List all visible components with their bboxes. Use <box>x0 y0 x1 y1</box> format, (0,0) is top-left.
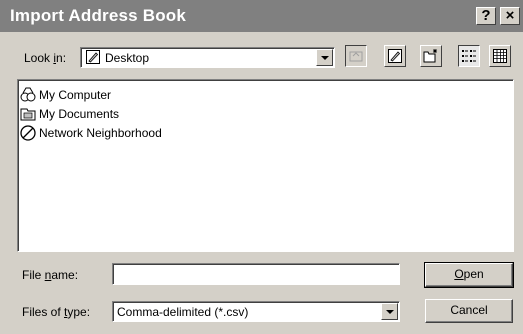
look-in-dropdown-button[interactable] <box>316 49 333 66</box>
list-view-button[interactable] <box>458 45 480 67</box>
list-item-label: Network Neighborhood <box>39 126 162 140</box>
new-folder-icon <box>423 49 437 63</box>
files-of-type-combo[interactable]: Comma-delimited (*.csv) <box>112 301 400 322</box>
file-name-input[interactable] <box>116 266 386 280</box>
my-documents-icon <box>20 108 36 121</box>
desktop-button[interactable] <box>384 45 406 67</box>
network-neighborhood-icon <box>20 125 36 141</box>
look-in-combo[interactable]: Desktop <box>80 47 335 68</box>
dialog-title: Import Address Book <box>10 6 187 25</box>
cancel-button[interactable]: Cancel <box>425 299 513 323</box>
files-of-type-value: Comma-delimited (*.csv) <box>117 305 249 319</box>
file-name-label: File name: <box>22 268 79 282</box>
title-bar[interactable]: Import Address Book ? × <box>0 0 523 32</box>
look-in-label: Look in: <box>24 51 67 65</box>
look-in-value: Desktop <box>105 51 150 65</box>
open-button[interactable]: Open <box>424 262 514 288</box>
files-of-type-dropdown-button[interactable] <box>381 303 398 320</box>
files-of-type-label: Files of type: <box>22 305 91 319</box>
desktop-icon <box>86 50 100 64</box>
file-name-field[interactable] <box>112 263 400 285</box>
help-button[interactable]: ? <box>476 7 496 25</box>
details-view-icon <box>493 49 507 63</box>
import-address-book-dialog: Import Address Book ? × Look in: Desktop <box>0 0 523 334</box>
list-item-label: My Documents <box>39 107 120 121</box>
desktop-shortcut-icon <box>388 49 402 63</box>
list-item-label: My Computer <box>39 88 112 102</box>
create-new-folder-button[interactable] <box>420 45 442 67</box>
up-one-level-button[interactable] <box>345 45 367 67</box>
list-view-icon <box>462 50 476 62</box>
help-icon: ? <box>481 7 491 24</box>
details-view-button[interactable] <box>489 45 511 67</box>
close-button[interactable]: × <box>500 7 520 25</box>
file-list[interactable]: My Computer My Documents Network Neighbo… <box>17 79 514 252</box>
up-one-level-icon <box>349 51 363 62</box>
my-computer-icon <box>20 87 36 102</box>
close-icon: × <box>505 7 515 24</box>
